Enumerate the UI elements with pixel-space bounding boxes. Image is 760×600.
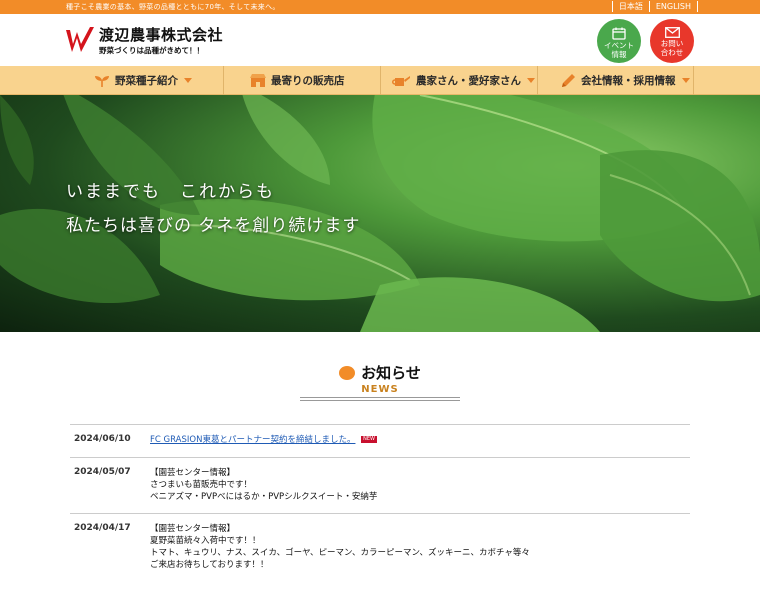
lang-english-link[interactable]: ENGLISH <box>648 1 698 12</box>
nav-item-seeds[interactable]: 野菜種子紹介 <box>66 66 223 95</box>
event-info-button[interactable]: イベント 情報 <box>597 19 641 63</box>
main-nav: 野菜種子紹介 最寄りの販売店 農家さん・愛好家さん 会社情報・採用情報 <box>0 66 760 95</box>
news-body: 【園芸センター情報】 夏野菜苗続々入荷中です！！ トマト、キュウリ、ナス、スイカ… <box>150 523 530 571</box>
news-title: お知らせ <box>339 362 421 383</box>
company-logo-icon[interactable] <box>64 24 96 56</box>
news-line: ご来店お待ちしております！！ <box>150 560 269 570</box>
lang-japanese-link[interactable]: 日本語 <box>611 1 649 12</box>
news-item: 2024/04/17 【園芸センター情報】 夏野菜苗続々入荷中です！！ トマト、… <box>70 514 690 580</box>
news-section-header: お知らせ NEWS <box>0 362 760 401</box>
news-body: 【園芸センター情報】 さつまいも苗販売中です！ ベニアズマ・PVPべにはるか・P… <box>150 467 377 503</box>
contact-label-1: お問い <box>660 39 684 48</box>
event-label-1: イベント <box>604 41 634 50</box>
news-line: さつまいも苗販売中です！ <box>150 480 253 490</box>
store-icon <box>250 74 266 87</box>
nav-label-farmers: 農家さん・愛好家さん <box>416 75 521 87</box>
nav-label-seeds: 野菜種子紹介 <box>115 75 178 87</box>
chevron-down-icon <box>527 78 535 83</box>
mail-icon <box>664 27 680 38</box>
news-list: 2024/06/10 FC GRASION東葛とパートナー契約を締結しました。 … <box>70 424 690 580</box>
calendar-icon <box>612 27 626 40</box>
news-date: 2024/04/17 <box>74 523 131 533</box>
watering-can-icon <box>392 76 410 86</box>
company-name[interactable]: 渡辺農事株式会社 <box>99 24 223 45</box>
hero-heading-line1: いままでも これからも <box>66 182 275 202</box>
contact-label-2: 合わせ <box>660 48 684 57</box>
news-title-text: お知らせ <box>361 364 421 382</box>
news-item: 2024/05/07 【園芸センター情報】 さつまいも苗販売中です！ ベニアズマ… <box>70 458 690 514</box>
news-link[interactable]: FC GRASION東葛とパートナー契約を締結しました。 <box>150 435 355 445</box>
news-item: 2024/06/10 FC GRASION東葛とパートナー契約を締結しました。 … <box>70 425 690 458</box>
news-date: 2024/06/10 <box>74 434 131 444</box>
site-header: 渡辺農事株式会社 野菜づくりは品種がきめて！！ イベント 情報 お問い 合わせ <box>0 14 760 66</box>
news-date: 2024/05/07 <box>74 467 131 477</box>
sprout-icon <box>95 75 109 87</box>
nav-label-company: 会社情報・採用情報 <box>581 75 676 87</box>
nav-label-stores: 最寄りの販売店 <box>271 75 345 87</box>
new-badge: NEW <box>361 436 377 443</box>
news-line: 【園芸センター情報】 <box>150 524 236 534</box>
news-line: ベニアズマ・PVPべにはるか・PVPシルクスイート・安納芋 <box>150 492 378 502</box>
event-label-2: 情報 <box>611 50 627 59</box>
company-slogan: 野菜づくりは品種がきめて！！ <box>99 46 204 55</box>
speech-bubble-icon <box>339 365 356 380</box>
news-line: 【園芸センター情報】 <box>150 468 236 478</box>
top-bar: 種子こそ農業の基本、野菜の品種とともに70年、そして未来へ。 日本語 ENGLI… <box>0 0 760 14</box>
chevron-down-icon <box>184 78 192 83</box>
language-switcher: 日本語 ENGLISH <box>611 1 698 12</box>
pencil-icon <box>562 73 575 87</box>
hero-banner: いままでも これからも 私たちは喜びの タネを創り続けます <box>0 95 760 332</box>
hero-heading-line2: 私たちは喜びの タネを創り続けます <box>66 216 361 236</box>
nav-item-stores[interactable]: 最寄りの販売店 <box>223 66 380 95</box>
contact-button[interactable]: お問い 合わせ <box>650 19 694 63</box>
nav-item-farmers[interactable]: 農家さん・愛好家さん <box>380 66 537 95</box>
news-body: FC GRASION東葛とパートナー契約を締結しました。 NEW <box>150 434 377 446</box>
news-line: 夏野菜苗続々入荷中です！！ <box>150 536 261 546</box>
news-divider <box>300 397 460 401</box>
news-subtitle: NEWS <box>361 384 399 395</box>
news-line: トマト、キュウリ、ナス、スイカ、ゴーヤ、ピーマン、カラーピーマン、ズッキーニ、カ… <box>150 548 530 558</box>
tagline: 種子こそ農業の基本、野菜の品種とともに70年、そして未来へ。 <box>66 3 280 11</box>
nav-item-company[interactable]: 会社情報・採用情報 <box>537 66 694 95</box>
chevron-down-icon <box>681 78 690 83</box>
